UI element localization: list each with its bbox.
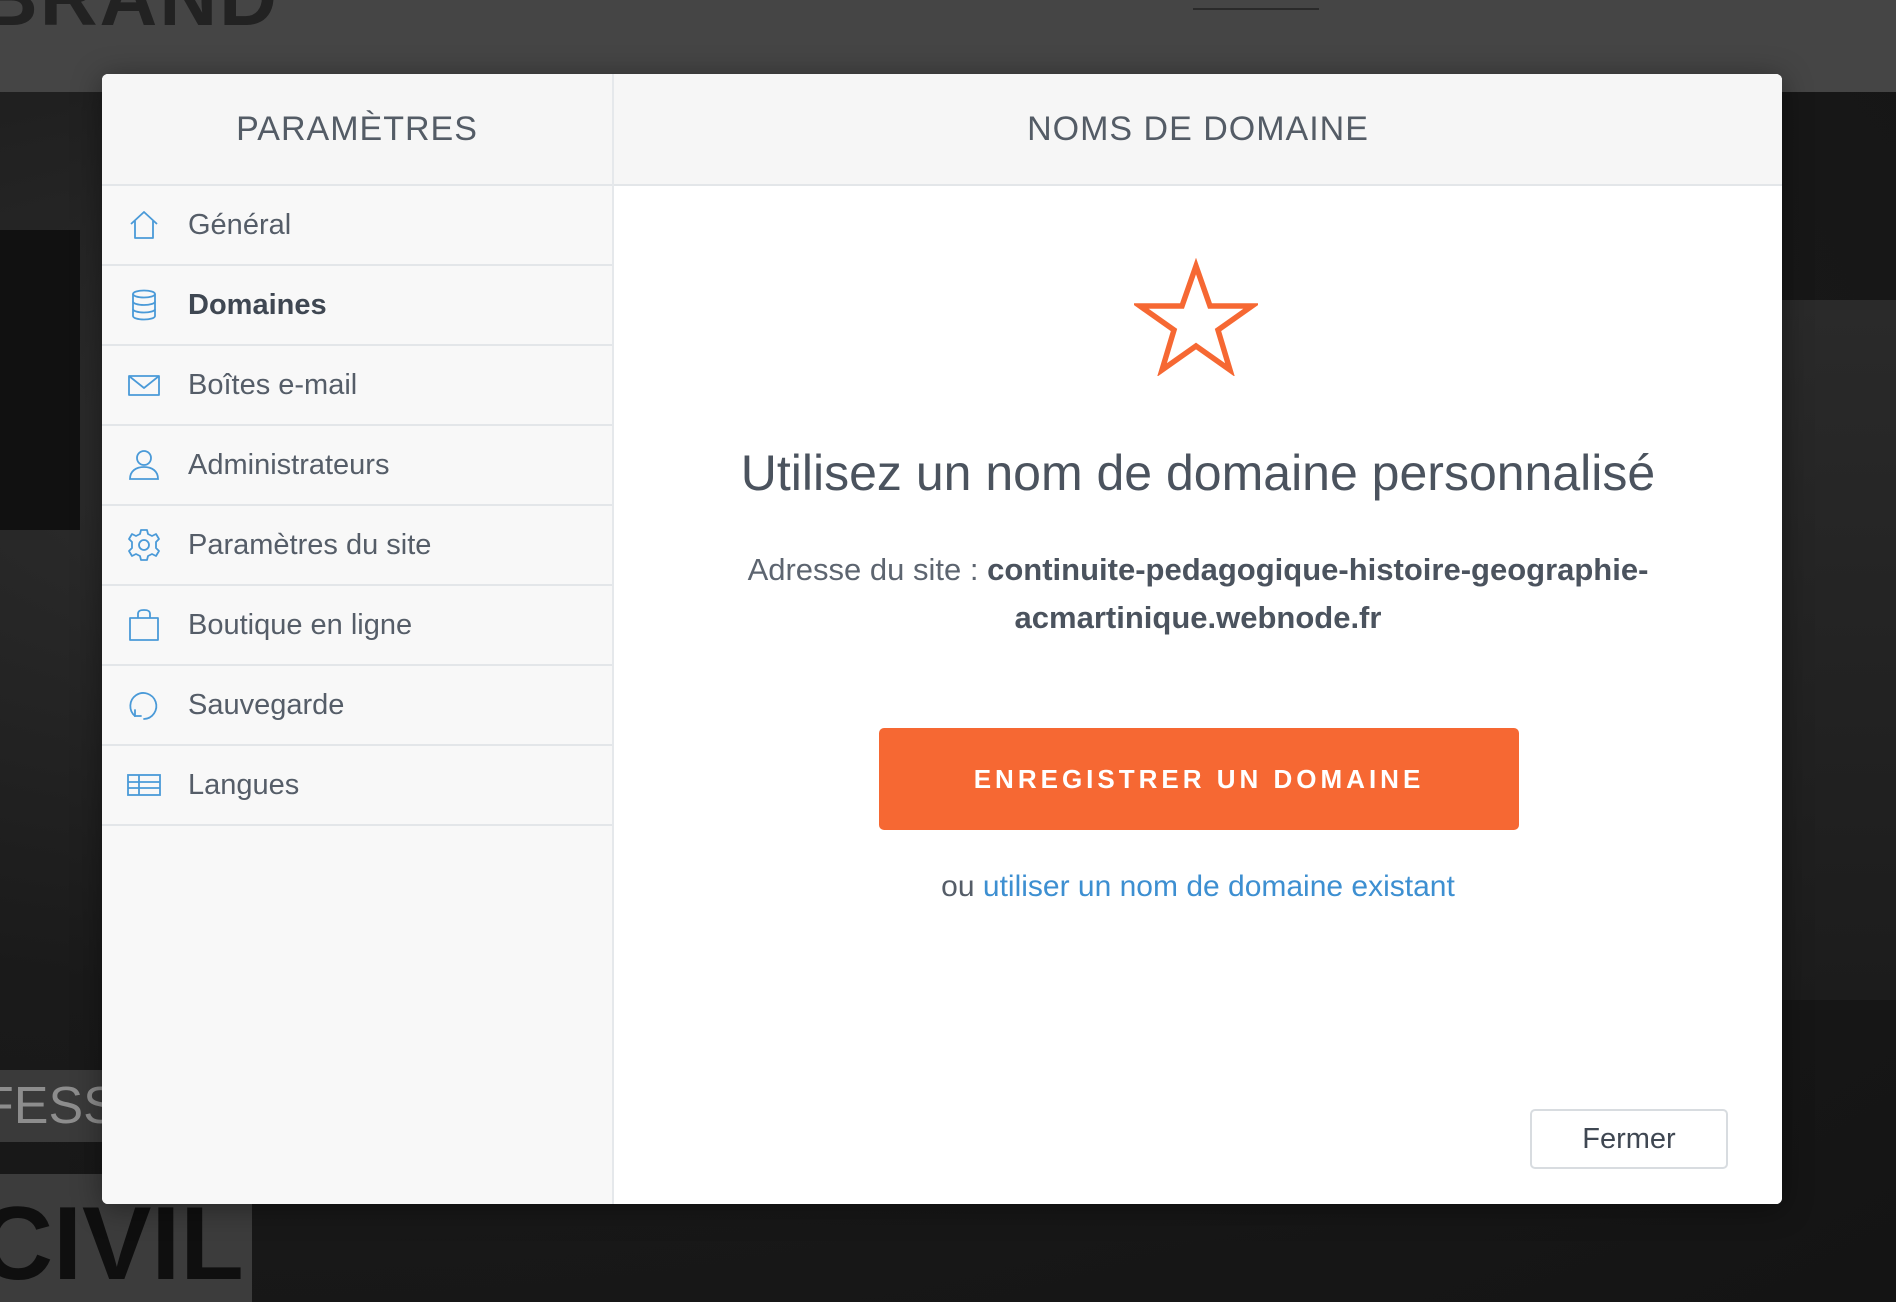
existing-domain-line: ou utiliser un nom de domaine existant (614, 870, 1782, 904)
user-icon (126, 447, 162, 483)
languages-table-icon (126, 767, 162, 803)
sidebar-item-label: Domaines (188, 288, 327, 321)
sidebar-item-label: Administrateurs (188, 448, 390, 481)
custom-domain-heading: Utilisez un nom de domaine personnalisé (740, 445, 1656, 501)
settings-modal: PARAMÈTRES Général Domaines Boîtes e-mai… (102, 74, 1782, 1204)
close-button[interactable]: Fermer (1530, 1109, 1728, 1169)
background-nav-underline (1193, 8, 1319, 10)
sidebar-item-domains[interactable]: Domaines (102, 266, 612, 346)
background-hero-text: FESS (0, 1070, 110, 1142)
site-address-label: Adresse du site : (747, 552, 979, 587)
sidebar-item-backup[interactable]: Sauvegarde (102, 666, 612, 746)
domain-names-panel: NOMS DE DOMAINE Utilisez un nom de domai… (614, 74, 1782, 1204)
sidebar-item-mailboxes[interactable]: Boîtes e-mail (102, 346, 612, 426)
sidebar-item-label: Général (188, 208, 292, 241)
background-logo: BRAND (0, 0, 279, 44)
site-address-value-part1: continuite-pedagogique-histoire-geograph… (987, 552, 1649, 587)
panel-title: NOMS DE DOMAINE (614, 74, 1782, 186)
register-domain-button[interactable]: ENREGISTRER UN DOMAINE (879, 728, 1519, 830)
database-icon (126, 287, 162, 323)
sidebar-title: PARAMÈTRES (102, 74, 612, 186)
star-icon (1134, 258, 1258, 376)
sidebar-item-label: Boîtes e-mail (188, 368, 358, 401)
background-hero-shape (0, 230, 80, 530)
site-address: Adresse du site : continuite-pedagogique… (704, 546, 1692, 642)
home-icon (126, 207, 162, 243)
sidebar-item-label: Sauvegarde (188, 688, 345, 721)
sidebar-item-site-settings[interactable]: Paramètres du site (102, 506, 612, 586)
site-address-value-part2: acmartinique.webnode.fr (1014, 600, 1382, 635)
use-existing-domain-link[interactable]: utiliser un nom de domaine existant (983, 870, 1455, 903)
sidebar-item-label: Boutique en ligne (188, 608, 413, 641)
sidebar-item-administrators[interactable]: Administrateurs (102, 426, 612, 506)
envelope-icon (126, 367, 162, 403)
sidebar-item-online-shop[interactable]: Boutique en ligne (102, 586, 612, 666)
alt-prefix: ou (941, 870, 975, 903)
gear-icon (126, 527, 162, 563)
sidebar-item-general[interactable]: Général (102, 186, 612, 266)
sidebar-item-label: Langues (188, 768, 300, 801)
settings-sidebar: PARAMÈTRES Général Domaines Boîtes e-mai… (102, 74, 614, 1204)
sidebar-item-label: Paramètres du site (188, 528, 432, 561)
refresh-icon (126, 687, 162, 723)
shopping-bag-icon (126, 607, 162, 643)
sidebar-item-languages[interactable]: Langues (102, 746, 612, 826)
